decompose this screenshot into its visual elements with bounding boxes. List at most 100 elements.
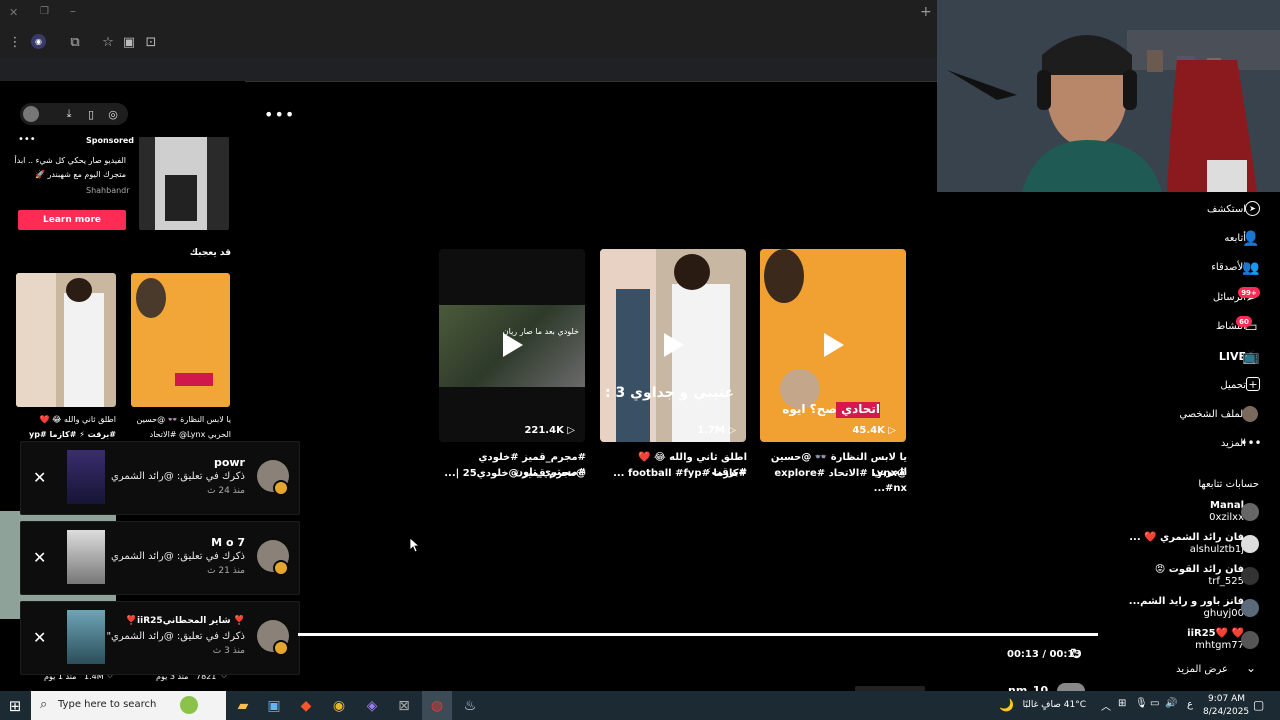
following-account[interactable]: Manal 0xzilxx: [1209, 500, 1244, 524]
notification-time: منذ 21 ث: [207, 566, 245, 576]
new-tab-icon[interactable]: +: [920, 4, 932, 20]
language-indicator[interactable]: ع: [1187, 699, 1193, 710]
learn-more-button[interactable]: Learn more: [18, 210, 126, 230]
windows-start-icon[interactable]: ⊞: [0, 691, 30, 720]
store-icon[interactable]: ▣: [259, 691, 289, 720]
notification-name: ❣️iiR25شاير المحطاني ❣️: [125, 616, 245, 626]
minimize-window-icon[interactable]: –: [70, 4, 76, 18]
app-icon[interactable]: ⊠: [389, 691, 419, 720]
extensions-icon[interactable]: ⧉: [66, 33, 84, 51]
ad-menu-icon[interactable]: •••: [18, 134, 36, 145]
following-account[interactable]: فانز باور و رايد الشم... ghuyj00: [1129, 596, 1244, 620]
notification-thumbnail: [67, 610, 105, 664]
compass-icon[interactable]: ◎: [104, 105, 122, 123]
avatar[interactable]: [1241, 503, 1259, 521]
profile-avatar-icon[interactable]: [1242, 406, 1258, 422]
avatar[interactable]: [1241, 599, 1259, 617]
suggested-video-card[interactable]: [131, 273, 230, 407]
taskbar-search[interactable]: ⌕ Type here to search: [31, 691, 226, 720]
suggested-video-card[interactable]: [16, 273, 116, 407]
ad-text: متجرك اليوم مع شهبندر 🚀: [35, 170, 126, 179]
close-icon[interactable]: ✕: [33, 548, 46, 567]
following-account[interactable]: فان رائد الشمري ❤️ ... alshulztb1j: [1129, 532, 1244, 556]
network-icon[interactable]: ⊞: [1118, 698, 1126, 709]
account-username: alshulztb1j: [1189, 544, 1244, 555]
ad-thumbnail[interactable]: [139, 137, 229, 230]
following-account[interactable]: iiR25❤️ ❤️ mhtgm77: [1187, 628, 1244, 652]
avatar[interactable]: [1241, 535, 1259, 553]
close-window-icon[interactable]: ✕: [9, 6, 18, 19]
video-card[interactable]: اتحادي صح؟ ايوه 45.4K ▷: [760, 249, 906, 442]
restore-window-icon[interactable]: ❐: [40, 6, 49, 17]
clock-date[interactable]: 8/24/2025: [1203, 707, 1249, 717]
play-icon[interactable]: [664, 333, 684, 357]
progress-bar[interactable]: [298, 633, 1098, 636]
file-explorer-icon[interactable]: ▰: [228, 691, 258, 720]
close-icon[interactable]: ✕: [33, 628, 46, 647]
search-placeholder: Type here to search: [58, 699, 157, 710]
notification-thumbnail: [67, 450, 105, 504]
badge-icon: [273, 640, 289, 656]
display-icon[interactable]: ▭: [1150, 698, 1159, 709]
sponsored-label: Sponsored: [86, 136, 135, 145]
play-icon[interactable]: [503, 333, 523, 357]
avatar[interactable]: [1241, 567, 1259, 585]
nav-friends[interactable]: الأصدقاء: [1211, 262, 1246, 273]
more-options-icon[interactable]: •••: [264, 105, 295, 124]
video-card[interactable]: عتيبي و جداوي 3 : 1.7M ▷: [600, 249, 746, 442]
more-icon[interactable]: •••: [1240, 434, 1261, 452]
messages-badge: 99+: [1238, 287, 1260, 298]
star-icon[interactable]: ☆: [99, 33, 117, 51]
profile-icon[interactable]: ◉: [31, 34, 46, 49]
account-name: Manal: [1210, 500, 1244, 511]
notification-name: powr: [213, 456, 245, 469]
video-caption[interactable]: @Lynx #الاتحاد #explore #nx...: [757, 466, 907, 496]
mic-icon[interactable]: 🎙: [1135, 698, 1148, 709]
notification-thumbnail: [67, 530, 105, 584]
weather-text[interactable]: 41°C صافٍ غالبًا: [1023, 700, 1086, 710]
video-overlay-text: عتيبي و جداوي 3 :: [605, 385, 734, 401]
video-overlay-text: اتحادي صح؟ ايوه: [782, 402, 880, 416]
brave-icon[interactable]: ◆: [291, 691, 321, 720]
nav-upload[interactable]: تحميل: [1220, 380, 1246, 391]
show-more-link[interactable]: عرض المزيد: [1176, 664, 1228, 675]
close-icon[interactable]: ✕: [33, 468, 46, 487]
following-account[interactable]: فان رائد القوت 😡 trf_525: [1155, 564, 1244, 588]
notification-toast[interactable]: ✕ ❣️iiR25شاير المحطاني ❣️ ذكرك في تعليق:…: [20, 601, 300, 675]
download-icon[interactable]: ⤓: [60, 105, 78, 123]
clock-time[interactable]: 9:07 AM: [1208, 694, 1245, 704]
video-caption[interactable]: #كازما #football #fyp ...: [597, 466, 747, 481]
obs-icon[interactable]: ◍: [422, 691, 452, 720]
left-panel: ⤓ ▯ ◎ ••• ••• Sponsored الفيديو صار يحكي…: [0, 81, 294, 691]
notification-toast[interactable]: ✕ M o 7 ذكرك في تعليق: @رائد الشمري منذ …: [20, 521, 300, 595]
suggested-caption: #برقت ⚡ #كازما #yp: [29, 430, 116, 439]
notification-toast[interactable]: ✕ powr ذكرك في تعليق: @رائد الشمري منذ 2…: [20, 441, 300, 515]
upload-icon[interactable]: +: [1246, 377, 1260, 391]
nav-explore[interactable]: استكشف: [1207, 204, 1246, 215]
notifications-icon[interactable]: ▢: [1253, 698, 1264, 712]
nav-profile[interactable]: الملف الشخصي: [1179, 409, 1246, 420]
user-follow-icon[interactable]: 👤: [1242, 230, 1260, 248]
play-icon[interactable]: [824, 333, 844, 357]
discord-icon[interactable]: ◈: [357, 691, 387, 720]
suggested-caption: اطلق ثاني والله 😂 ❤️: [39, 415, 116, 424]
avatar[interactable]: [1241, 631, 1259, 649]
tab-search-icon[interactable]: ▣: [120, 33, 138, 51]
menu-dots-icon[interactable]: ⋮: [6, 33, 24, 51]
screenshot-icon[interactable]: ⊡: [142, 33, 160, 51]
friends-icon[interactable]: 👥: [1242, 259, 1260, 277]
replay-icon[interactable]: ↻: [1070, 645, 1083, 663]
chrome-icon[interactable]: ◉: [324, 691, 354, 720]
phone-icon[interactable]: ▯: [82, 105, 100, 123]
volume-icon[interactable]: 🔊: [1165, 698, 1177, 709]
avatar: [1057, 683, 1085, 691]
weather-icon: 🌙: [999, 698, 1014, 712]
steam-icon[interactable]: ♨: [455, 691, 485, 720]
video-card[interactable]: خلودي بعد ما صار ريان 221.4K ▷: [439, 249, 585, 442]
avatar[interactable]: [23, 106, 39, 122]
compass-icon[interactable]: ➤: [1245, 201, 1260, 216]
video-caption[interactable]: @مجرم قميز @خلودي25 |...: [436, 466, 586, 481]
chevron-down-icon[interactable]: ⌄: [1246, 661, 1256, 675]
chevron-up-icon[interactable]: ︿: [1101, 698, 1111, 713]
live-icon[interactable]: 📺: [1242, 348, 1260, 366]
